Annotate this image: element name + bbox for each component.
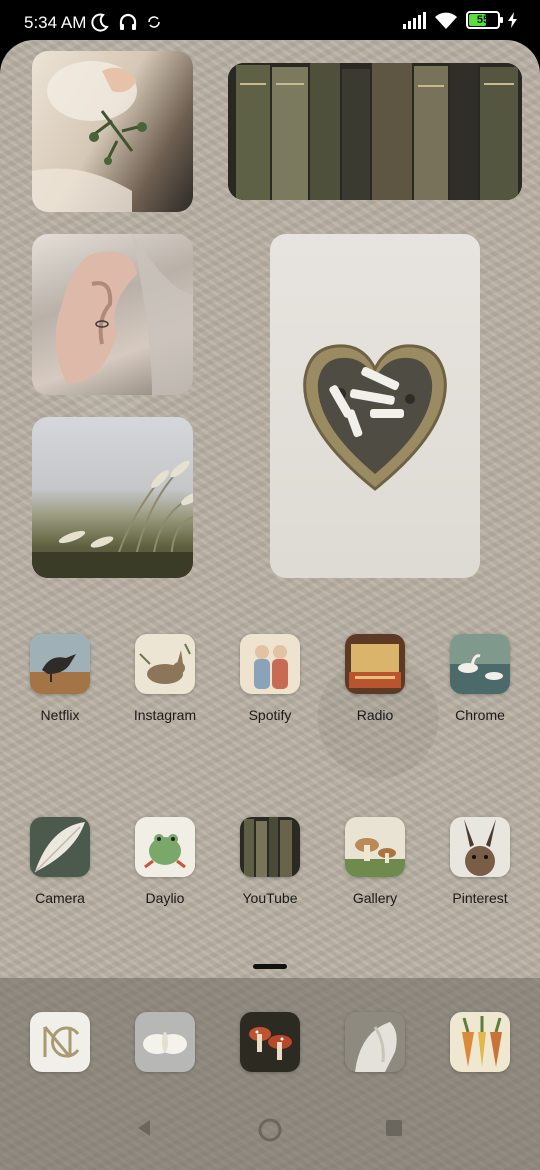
vintage-carrots-icon	[450, 1012, 510, 1072]
photo-pampas-grass[interactable]	[32, 417, 193, 578]
vintage-figures-icon	[240, 634, 300, 694]
status-left-icons	[90, 12, 162, 32]
app-pinterest[interactable]: Pinterest	[430, 817, 530, 906]
vintage-swans-icon	[450, 634, 510, 694]
status-right-icons: 55	[402, 11, 518, 29]
battery-icon: 55	[466, 11, 503, 29]
app-camera[interactable]: Camera	[10, 817, 110, 906]
photo-hand-flowers[interactable]	[32, 51, 193, 212]
dock-app-horse[interactable]	[325, 1012, 425, 1072]
recents-icon[interactable]	[384, 1118, 404, 1138]
sync-icon	[148, 16, 160, 28]
app-label: Daylio	[145, 890, 185, 906]
old-books-icon	[240, 817, 300, 877]
app-label: Spotify	[248, 707, 292, 723]
photo-elf-ear[interactable]	[32, 234, 193, 395]
vintage-mushrooms-icon	[345, 817, 405, 877]
vintage-bird-icon	[30, 634, 90, 694]
app-instagram[interactable]: Instagram	[115, 634, 215, 723]
app-chrome[interactable]: Chrome	[430, 634, 530, 723]
app-daylio[interactable]: Daylio	[115, 817, 215, 906]
back-icon[interactable]	[134, 1118, 154, 1138]
app-gallery[interactable]: Gallery	[325, 817, 425, 906]
app-netflix[interactable]: Netflix	[10, 634, 110, 723]
vintage-rabbit-icon	[135, 634, 195, 694]
app-label: Instagram	[133, 707, 197, 723]
photo-heart-ashtray[interactable]	[270, 234, 480, 578]
home-icon[interactable]	[258, 1118, 282, 1142]
moon-icon	[91, 13, 109, 32]
dock-handle[interactable]	[253, 964, 287, 969]
battery-level: 55	[476, 14, 490, 26]
app-label: YouTube	[242, 890, 298, 906]
white-horse-icon	[345, 1012, 405, 1072]
home-screen: Netflix Instagram Spotify Radio Chrome C…	[0, 40, 540, 1170]
app-youtube[interactable]: YouTube	[220, 817, 320, 906]
app-label: Pinterest	[452, 890, 508, 906]
photo-old-books[interactable]	[228, 63, 522, 200]
charging-icon	[508, 12, 517, 28]
app-label: Gallery	[352, 890, 398, 906]
clock: 5:34 AM	[24, 13, 87, 32]
dock-app-mushrooms[interactable]	[220, 1012, 320, 1072]
hare-portrait-icon	[450, 817, 510, 877]
app-spotify[interactable]: Spotify	[220, 634, 320, 723]
dock-app-carrots[interactable]	[430, 1012, 530, 1072]
app-label: Camera	[35, 890, 85, 906]
white-moth-icon	[135, 1012, 195, 1072]
dock-app-moth[interactable]	[115, 1012, 215, 1072]
app-label: Chrome	[455, 707, 505, 723]
app-label: Radio	[356, 707, 394, 723]
headphones-icon	[119, 13, 137, 30]
app-label: Netflix	[40, 707, 80, 723]
wifi-icon	[435, 12, 457, 29]
vintage-frog-icon	[135, 817, 195, 877]
white-feather-icon	[30, 817, 90, 877]
vintage-box-icon	[345, 634, 405, 694]
monogram-nc-icon	[30, 1012, 90, 1072]
signal-icon	[403, 12, 426, 29]
navigation-bar	[0, 1100, 540, 1170]
red-mushrooms-icon	[240, 1012, 300, 1072]
app-radio[interactable]: Radio	[325, 634, 425, 723]
dock-app-monogram[interactable]	[10, 1012, 110, 1072]
